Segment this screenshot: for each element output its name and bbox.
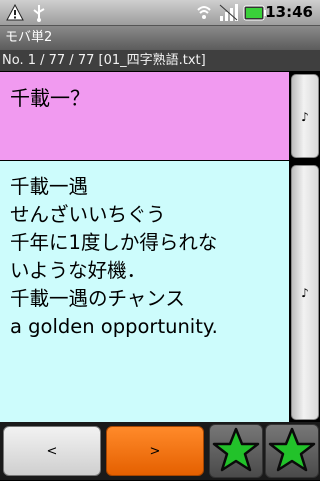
audio-sidebar: ♪ ♪ (289, 72, 320, 422)
answer-line: いような好機． (10, 259, 147, 282)
warning-icon (6, 4, 24, 21)
status-bar: 13:46 (0, 0, 320, 26)
answer-line: 千載一遇のチャンス (10, 287, 185, 310)
play-answer-audio-button[interactable]: ♪ (291, 165, 319, 420)
question-text: 千載一？ (10, 86, 90, 110)
answer-line: 千年に1度しか得られな (10, 231, 218, 254)
play-question-audio-button[interactable]: ♪ (291, 74, 319, 158)
music-note-icon: ♪ (301, 110, 309, 124)
answer-line: せんざいいちぐう (10, 203, 166, 226)
app-title: モバ単2 (0, 26, 320, 50)
answer-panel[interactable]: 千載一遇 せんざいいちぐう 千年に1度しか得られな いような好機． 千載一遇のチ… (0, 161, 289, 422)
music-note-icon: ♪ (301, 286, 309, 300)
battery-icon (243, 5, 266, 21)
card-info: No. 1 / 77 / 77 [01_四字熟語.txt] (0, 50, 320, 71)
star-icon (212, 427, 260, 472)
wifi-icon (197, 6, 211, 19)
previous-button[interactable]: < (3, 426, 101, 476)
star-button-2[interactable] (265, 424, 319, 478)
status-time: 13:46 (265, 3, 313, 21)
signal-icon (219, 4, 238, 21)
answer-line: 千載一遇 (10, 175, 89, 198)
answer-line: a golden opportunity. (10, 315, 218, 338)
star-icon (268, 427, 316, 472)
question-panel[interactable]: 千載一？ (0, 72, 289, 160)
star-button-1[interactable] (209, 424, 263, 478)
bottom-toolbar: < > (0, 422, 320, 480)
usb-icon (33, 5, 45, 22)
next-button[interactable]: > (106, 426, 204, 476)
